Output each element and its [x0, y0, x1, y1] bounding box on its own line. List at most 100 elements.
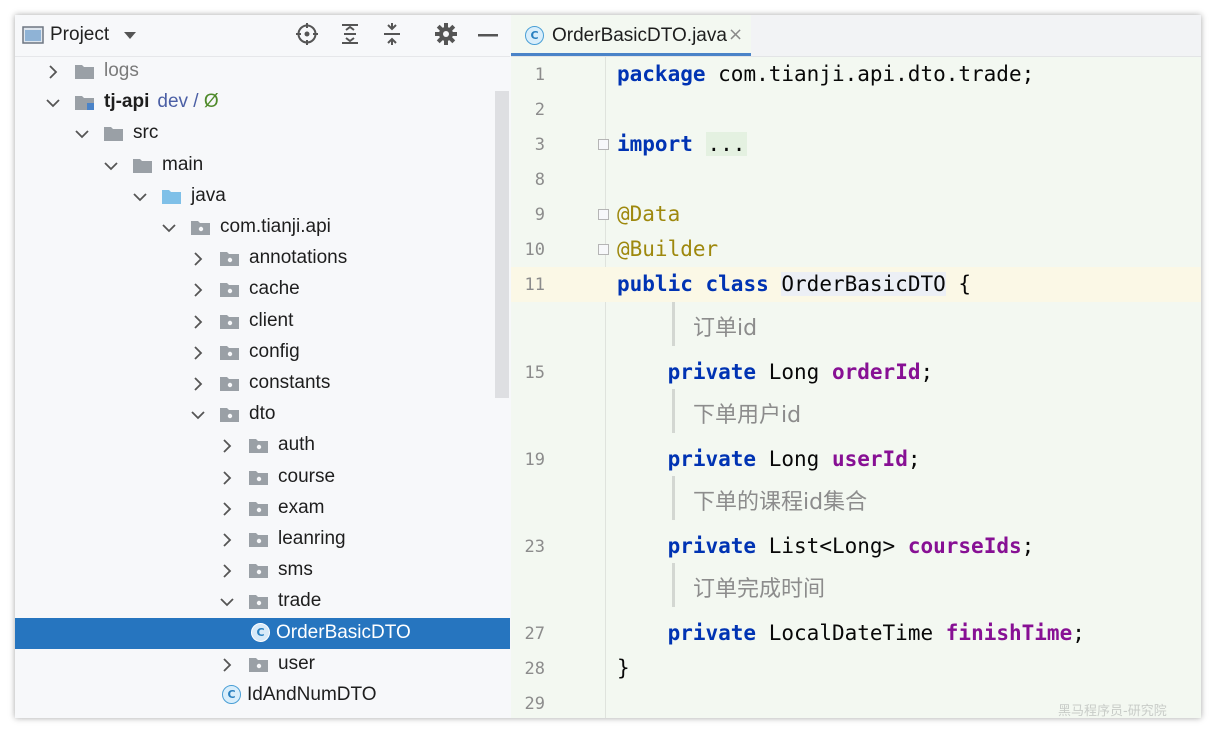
chevron-right-icon[interactable] — [219, 657, 235, 673]
chevron-down-icon[interactable] — [74, 126, 90, 142]
tree-item-trade[interactable]: trade — [15, 586, 510, 617]
keyword: private — [667, 621, 757, 645]
chevron-down-icon[interactable] — [190, 407, 206, 423]
chevron-down-icon[interactable] — [161, 220, 177, 236]
chevron-right-icon[interactable] — [190, 282, 206, 298]
tree-item-src[interactable]: src — [15, 118, 510, 149]
field-name: userId — [831, 447, 908, 471]
tree-item-com-tianji-api[interactable]: com.tianji.api — [15, 212, 510, 243]
tree-item-text: trade — [278, 590, 322, 612]
tree-item-text: main — [162, 153, 204, 175]
code-line[interactable]: 19 private Long userId; — [511, 442, 1201, 477]
fold-collapse-icon[interactable] — [598, 209, 609, 220]
close-icon[interactable]: × — [728, 24, 743, 45]
tab-orderbasicdto[interactable]: C OrderBasicDTO.java × — [511, 15, 751, 56]
tree-item-label: logs — [104, 60, 139, 82]
chevron-right-icon[interactable] — [219, 501, 235, 517]
tree-item-text: dto — [249, 403, 276, 425]
code-line[interactable]: 8 — [511, 162, 1201, 197]
tree-item-label: annotations — [249, 247, 347, 269]
chevron-right-icon[interactable] — [45, 64, 61, 80]
doc-comment-text: 订单完成时间 — [693, 577, 826, 602]
collapse-all-icon[interactable] — [381, 23, 403, 45]
chevron-down-icon[interactable] — [132, 189, 148, 205]
gear-icon[interactable] — [435, 23, 457, 45]
tree-item-cache[interactable]: cache — [15, 274, 510, 305]
tree-item-main[interactable]: main — [15, 150, 510, 181]
code-rest: com.tianji.api.dto.trade; — [705, 62, 1035, 86]
tree-item-annotations[interactable]: annotations — [15, 243, 510, 274]
tree-item-user[interactable]: user — [15, 649, 510, 680]
code-line[interactable]: 1 package com.tianji.api.dto.trade; — [511, 57, 1201, 92]
tree-item-dto[interactable]: dto — [15, 399, 510, 430]
tree-item-text: exam — [278, 496, 325, 518]
chevron-down-icon[interactable] — [123, 31, 137, 41]
code-line[interactable]: 10 @Builder — [511, 232, 1201, 267]
line-number: 10 — [524, 240, 545, 260]
line-number: 8 — [534, 170, 545, 190]
type-name: Long — [768, 447, 820, 471]
tab-label: OrderBasicDTO.java — [552, 25, 727, 46]
line-number: 1 — [534, 65, 545, 85]
tree-item-java[interactable]: java — [15, 181, 510, 212]
tree-item-text: src — [133, 122, 159, 144]
chevron-down-icon[interactable] — [103, 158, 119, 174]
fold-expand-icon[interactable] — [598, 139, 609, 150]
chevron-right-icon[interactable] — [219, 438, 235, 454]
vcs-status-symbol: Ø — [203, 91, 219, 113]
tree-item-label: cache — [249, 278, 300, 300]
tree-item-text: IdAndNumDTO — [247, 684, 377, 705]
tree-item-auth[interactable]: auth — [15, 430, 510, 461]
code-line[interactable]: 11 public class OrderBasicDTO { — [511, 267, 1201, 302]
tree-item-tj-api[interactable]: tj-api dev / Ø — [15, 87, 510, 118]
tree-item-label: auth — [278, 434, 315, 456]
chevron-right-icon[interactable] — [219, 532, 235, 548]
package-icon — [249, 564, 268, 579]
doc-comment-text: 下单用户id — [693, 403, 802, 428]
locate-file-icon[interactable] — [296, 23, 318, 45]
tree-item-text: cache — [249, 278, 300, 300]
code-line[interactable]: 27 private LocalDateTime finishTime; — [511, 616, 1201, 651]
tree-item-exam[interactable]: exam — [15, 493, 510, 524]
keyword: import — [617, 132, 693, 156]
fold-collapse-icon[interactable] — [598, 244, 609, 255]
code-line[interactable]: 3 import ... — [511, 127, 1201, 162]
tree-item-constants[interactable]: constants — [15, 368, 510, 399]
code-text: public class OrderBasicDTO { — [617, 272, 971, 296]
tree-item-idandnumdto[interactable]: C IdAndNumDTO — [15, 680, 510, 711]
line-number: 27 — [524, 624, 545, 644]
minimize-icon[interactable] — [478, 34, 498, 38]
package-icon — [220, 314, 239, 329]
tree-scrollbar[interactable] — [495, 91, 509, 398]
tree-item-course[interactable]: course — [15, 462, 510, 493]
chevron-right-icon[interactable] — [190, 251, 206, 267]
tree-item-logs[interactable]: logs — [15, 56, 510, 87]
code-text: @Builder — [617, 237, 718, 261]
code-line[interactable]: 2 — [511, 92, 1201, 127]
chevron-right-icon[interactable] — [219, 563, 235, 579]
project-panel-title[interactable]: Project — [50, 24, 109, 46]
code-line[interactable]: 9 @Data — [511, 197, 1201, 232]
chevron-right-icon[interactable] — [190, 345, 206, 361]
package-icon — [249, 439, 268, 454]
tree-item-text: com.tianji.api — [220, 216, 331, 237]
tree-item-text: client — [249, 309, 294, 331]
chevron-right-icon[interactable] — [219, 470, 235, 486]
tree-item-leanring[interactable]: leanring — [15, 524, 510, 555]
expand-all-icon[interactable] — [339, 23, 361, 45]
chevron-right-icon[interactable] — [190, 376, 206, 392]
code-line[interactable]: 28} — [511, 651, 1201, 686]
code-editor[interactable]: C OrderBasicDTO.java × 1 package com.tian… — [511, 15, 1201, 718]
line-number: 2 — [534, 100, 545, 120]
chevron-down-icon[interactable] — [45, 95, 61, 111]
tree-item-config[interactable]: config — [15, 337, 510, 368]
tree-item-orderbasicdto[interactable]: C OrderBasicDTO — [15, 617, 510, 649]
line-number: 29 — [524, 694, 545, 714]
tree-item-client[interactable]: client — [15, 306, 510, 337]
chevron-down-icon[interactable] — [219, 594, 235, 610]
tree-item-sms[interactable]: sms — [15, 555, 510, 586]
chevron-right-icon[interactable] — [190, 314, 206, 330]
code-line[interactable]: 15 private Long orderId; — [511, 355, 1201, 390]
class-icon: C — [251, 622, 270, 642]
code-line[interactable]: 23 private List<Long> courseIds; — [511, 529, 1201, 564]
